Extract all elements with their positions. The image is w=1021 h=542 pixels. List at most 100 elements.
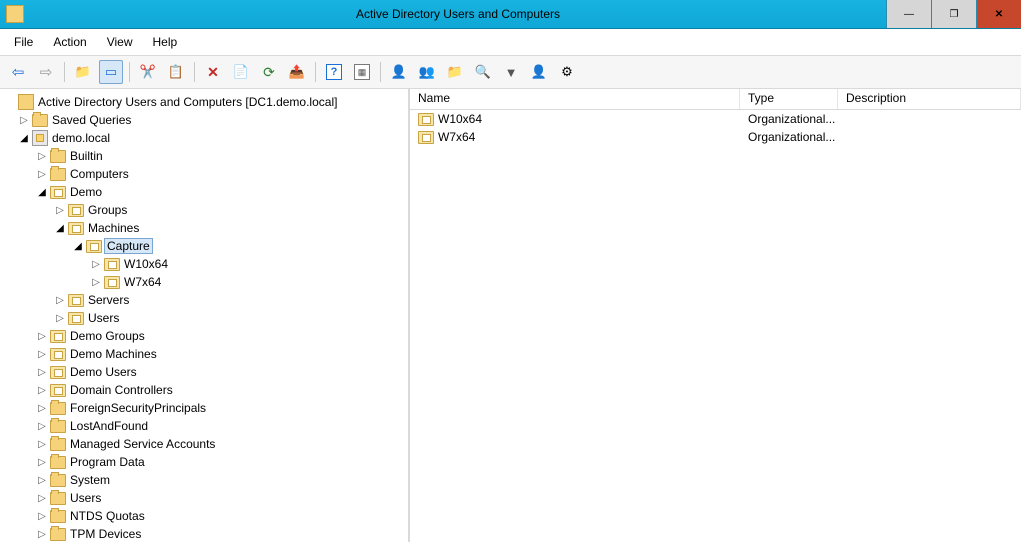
twisty-icon[interactable]: ▷ bbox=[36, 331, 48, 342]
folder-icon bbox=[50, 418, 66, 434]
twisty-icon[interactable]: ◢ bbox=[54, 223, 66, 234]
tree-node-msa[interactable]: ▷ Managed Service Accounts bbox=[0, 435, 408, 453]
close-button[interactable]: ✕ bbox=[976, 0, 1021, 28]
twisty-icon[interactable]: ▷ bbox=[36, 529, 48, 540]
new-group-button[interactable]: 👥 bbox=[415, 60, 439, 84]
twisty-icon[interactable]: ▷ bbox=[36, 439, 48, 450]
refresh-button[interactable]: ⟳ bbox=[257, 60, 281, 84]
list-row[interactable]: W7x64Organizational... bbox=[410, 128, 1021, 146]
menu-action[interactable]: Action bbox=[45, 33, 94, 51]
more-actions-button[interactable]: ⚙ bbox=[555, 60, 579, 84]
properties-button[interactable]: 📄 bbox=[229, 60, 253, 84]
calendar-button[interactable]: ▦ bbox=[350, 60, 374, 84]
ou-icon bbox=[68, 202, 84, 218]
column-header-type[interactable]: Type bbox=[740, 89, 838, 109]
tree-node-groups[interactable]: ▷ Groups bbox=[0, 201, 408, 219]
tree-label-selected: Capture bbox=[104, 238, 153, 254]
ou-icon bbox=[50, 382, 66, 398]
folder-icon bbox=[50, 436, 66, 452]
tree-label: Demo Groups bbox=[68, 329, 147, 343]
tree-node-program-data[interactable]: ▷ Program Data bbox=[0, 453, 408, 471]
tree-node-machines[interactable]: ◢ Machines bbox=[0, 219, 408, 237]
tree-node-domain-controllers[interactable]: ▷ Domain Controllers bbox=[0, 381, 408, 399]
tree-label: Groups bbox=[86, 203, 129, 217]
tree-node-demo[interactable]: ◢ Demo bbox=[0, 183, 408, 201]
twisty-icon[interactable]: ▷ bbox=[36, 151, 48, 162]
twisty-icon[interactable]: ▷ bbox=[90, 259, 102, 270]
cell-type: Organizational... bbox=[740, 130, 838, 144]
twisty-icon[interactable]: ▷ bbox=[54, 205, 66, 216]
tree-node-servers[interactable]: ▷ Servers bbox=[0, 291, 408, 309]
twisty-icon[interactable]: ▷ bbox=[36, 403, 48, 414]
list-row[interactable]: W10x64Organizational... bbox=[410, 110, 1021, 128]
twisty-icon[interactable]: ▷ bbox=[36, 169, 48, 180]
ou-icon bbox=[50, 328, 66, 344]
tree-node-ntds[interactable]: ▷ NTDS Quotas bbox=[0, 507, 408, 525]
export-list-button[interactable]: 📤 bbox=[285, 60, 309, 84]
delete-button[interactable]: ✕ bbox=[201, 60, 225, 84]
twisty-icon[interactable]: ▷ bbox=[54, 295, 66, 306]
filter-button[interactable]: ▼ bbox=[499, 60, 523, 84]
tree-pane[interactable]: ▷ Active Directory Users and Computers [… bbox=[0, 89, 410, 542]
add-to-group-button[interactable]: 👤 bbox=[527, 60, 551, 84]
twisty-icon[interactable]: ▷ bbox=[90, 277, 102, 288]
column-header-description[interactable]: Description bbox=[838, 89, 1021, 109]
ou-icon bbox=[104, 256, 120, 272]
tree-node-w10x64[interactable]: ▷ W10x64 bbox=[0, 255, 408, 273]
copy-button[interactable]: 📋 bbox=[164, 60, 188, 84]
twisty-icon[interactable]: ▷ bbox=[18, 115, 30, 126]
tree-node-builtin[interactable]: ▷ Builtin bbox=[0, 147, 408, 165]
twisty-icon[interactable]: ▷ bbox=[36, 367, 48, 378]
tree-label: Users bbox=[86, 311, 121, 325]
menu-view[interactable]: View bbox=[99, 33, 141, 51]
tree-node-domain[interactable]: ◢ demo.local bbox=[0, 129, 408, 147]
twisty-icon[interactable]: ▷ bbox=[36, 511, 48, 522]
tree-label: NTDS Quotas bbox=[68, 509, 147, 523]
twisty-icon[interactable]: ▷ bbox=[36, 457, 48, 468]
new-ou-button[interactable]: 📁 bbox=[443, 60, 467, 84]
tree-node-demo-users[interactable]: ▷ Demo Users bbox=[0, 363, 408, 381]
tree-node-users[interactable]: ▷ Users bbox=[0, 489, 408, 507]
tree-node-computers[interactable]: ▷ Computers bbox=[0, 165, 408, 183]
twisty-icon[interactable]: ◢ bbox=[18, 133, 30, 144]
twisty-icon[interactable]: ▷ bbox=[36, 385, 48, 396]
new-user-button[interactable]: 👤 bbox=[387, 60, 411, 84]
twisty-icon[interactable]: ▷ bbox=[36, 349, 48, 360]
tree-node-demo-machines[interactable]: ▷ Demo Machines bbox=[0, 345, 408, 363]
tree-node-saved-queries[interactable]: ▷ Saved Queries bbox=[0, 111, 408, 129]
tree-node-demo-groups[interactable]: ▷ Demo Groups bbox=[0, 327, 408, 345]
find-button[interactable]: 🔍 bbox=[471, 60, 495, 84]
column-header-name[interactable]: Name bbox=[410, 89, 740, 109]
menu-file[interactable]: File bbox=[6, 33, 41, 51]
show-hide-tree-button[interactable]: ▭ bbox=[99, 60, 123, 84]
help-button[interactable]: ? bbox=[322, 60, 346, 84]
tree-node-capture[interactable]: ◢ Capture bbox=[0, 237, 408, 255]
tree-node-w7x64[interactable]: ▷ W7x64 bbox=[0, 273, 408, 291]
tree-node-tpm[interactable]: ▷ TPM Devices bbox=[0, 525, 408, 542]
cell-name: W10x64 bbox=[410, 111, 740, 127]
forward-button[interactable]: ⇨ bbox=[34, 60, 58, 84]
tree-label: demo.local bbox=[50, 131, 112, 145]
minimize-button[interactable]: — bbox=[886, 0, 931, 28]
back-button[interactable]: ⇦ bbox=[6, 60, 30, 84]
folder-icon bbox=[50, 400, 66, 416]
twisty-icon[interactable]: ▷ bbox=[36, 493, 48, 504]
cut-button[interactable]: ✂️ bbox=[136, 60, 160, 84]
tree-label: LostAndFound bbox=[68, 419, 150, 433]
tree-node-users-ou[interactable]: ▷ Users bbox=[0, 309, 408, 327]
maximize-button[interactable]: ❐ bbox=[931, 0, 976, 28]
tree-node-system[interactable]: ▷ System bbox=[0, 471, 408, 489]
tree-label: Servers bbox=[86, 293, 131, 307]
tree-label: System bbox=[68, 473, 112, 487]
twisty-icon[interactable]: ◢ bbox=[72, 241, 84, 252]
twisty-icon[interactable]: ▷ bbox=[36, 421, 48, 432]
tree-node-root[interactable]: ▷ Active Directory Users and Computers [… bbox=[0, 93, 408, 111]
list-body[interactable]: W10x64Organizational...W7x64Organization… bbox=[410, 110, 1021, 542]
twisty-icon[interactable]: ◢ bbox=[36, 187, 48, 198]
twisty-icon[interactable]: ▷ bbox=[54, 313, 66, 324]
menu-help[interactable]: Help bbox=[145, 33, 186, 51]
twisty-icon[interactable]: ▷ bbox=[36, 475, 48, 486]
tree-node-lostfound[interactable]: ▷ LostAndFound bbox=[0, 417, 408, 435]
up-button[interactable]: 📁 bbox=[71, 60, 95, 84]
tree-node-fsp[interactable]: ▷ ForeignSecurityPrincipals bbox=[0, 399, 408, 417]
